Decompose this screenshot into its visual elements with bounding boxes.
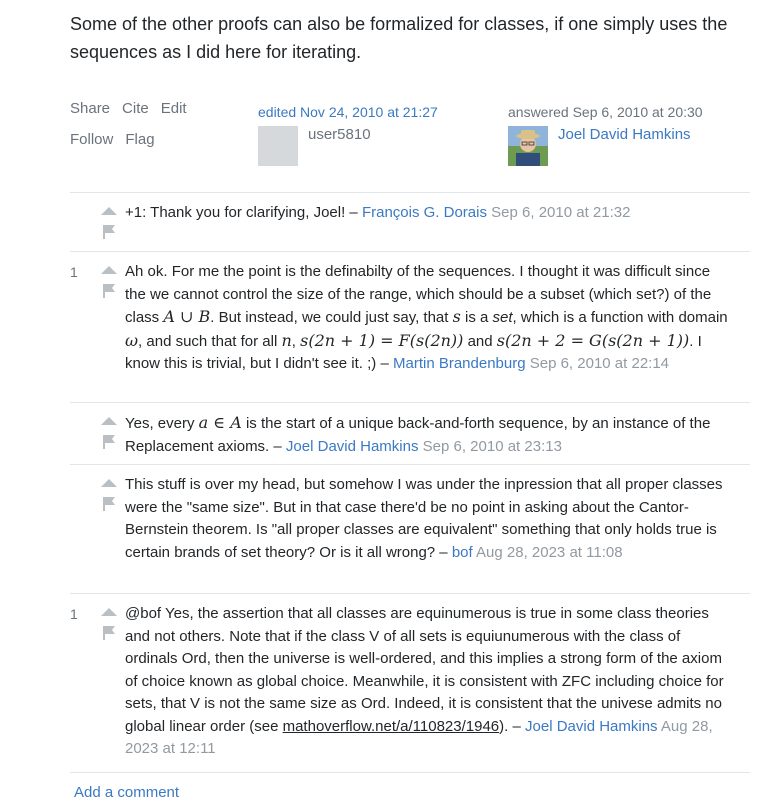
math-expression: s(2n + 1) = F(s(2n)): [300, 330, 464, 350]
answered-timestamp: answered Sep 6, 2010 at 20:30: [508, 104, 703, 120]
comment-user-link[interactable]: Martin Brandenburg: [393, 355, 526, 372]
comment-text: This stuff is over my head, but somehow …: [125, 476, 723, 561]
math-expression: n: [281, 330, 292, 350]
upvote-arrow-icon[interactable]: [100, 607, 118, 617]
comment-body: Ah ok. For me the point is the definabil…: [125, 261, 750, 394]
comment-user-link[interactable]: bof: [452, 544, 473, 561]
comment-score: 1: [70, 606, 78, 622]
upvote-arrow-icon[interactable]: [100, 416, 118, 426]
answer-body-text: Some of the other proofs can also be for…: [70, 14, 728, 62]
comment-score: [70, 412, 92, 456]
comment-item: +1: Thank you for clarifying, Joel! – Fr…: [70, 192, 750, 251]
comment-body: @bof Yes, the assertion that all classes…: [125, 603, 750, 757]
flag-icon[interactable]: [102, 496, 116, 512]
comment-text: ). –: [499, 717, 521, 735]
mathoverflow-link[interactable]: mathoverflow.net/a/110823/1946: [283, 718, 500, 735]
edited-timestamp-link[interactable]: edited Nov 24, 2010 at 21:27: [258, 104, 488, 120]
add-comment-link[interactable]: Add a comment: [74, 784, 179, 801]
follow-link[interactable]: Follow: [70, 131, 113, 162]
math-expression: s(2n + 2 = G(s(2n + 1)): [496, 330, 690, 350]
comment-text: . But instead, we could just say, that: [210, 309, 449, 326]
math-expression: ω: [125, 330, 139, 350]
comment-body: +1: Thank you for clarifying, Joel! – Fr…: [125, 202, 750, 243]
flag-link[interactable]: Flag: [125, 131, 154, 162]
comment-emphasis: set: [492, 309, 513, 326]
comment-item: 1 Ah ok. For me the point is the definab…: [70, 251, 750, 402]
comment-date[interactable]: Aug 28, 2023 at 11:08: [476, 544, 623, 561]
flag-icon[interactable]: [102, 224, 116, 240]
flag-icon[interactable]: [102, 283, 116, 299]
share-link[interactable]: Share: [70, 100, 110, 131]
comment-text: , and such that for all: [138, 332, 278, 350]
comment-text: Yes, every: [125, 415, 195, 432]
comment-text: , which is a function with domain: [512, 309, 728, 326]
cite-link[interactable]: Cite: [122, 100, 149, 131]
comment-score: 1: [70, 264, 78, 280]
comment-text: +1: Thank you for clarifying, Joel! –: [125, 204, 358, 221]
comment-score: [70, 202, 92, 243]
answerer-name-link[interactable]: Joel David Hamkins: [558, 126, 691, 143]
comment-item: This stuff is over my head, but somehow …: [70, 464, 750, 593]
comment-text: @bof Yes, the assertion that all classes…: [125, 605, 724, 735]
post-menu: Share Cite Edit Follow Flag: [70, 100, 187, 162]
comment-text: ,: [291, 332, 296, 350]
comment-body: This stuff is over my head, but somehow …: [125, 474, 750, 585]
math-expression: a ∈ A: [198, 413, 242, 432]
upvote-arrow-icon[interactable]: [100, 478, 118, 488]
comment-body: Yes, every a ∈ A is the start of a uniqu…: [125, 412, 750, 456]
upvote-arrow-icon[interactable]: [100, 265, 118, 275]
comment-score: [70, 474, 92, 585]
comments-list: +1: Thank you for clarifying, Joel! – Fr…: [70, 192, 750, 765]
comment-date[interactable]: Sep 6, 2010 at 23:13: [423, 438, 562, 455]
comment-user-link[interactable]: Joel David Hamkins: [286, 438, 419, 455]
edited-signature: edited Nov 24, 2010 at 21:27 user5810: [258, 104, 488, 166]
comment-date[interactable]: Sep 6, 2010 at 22:14: [530, 355, 669, 372]
comment-text: and: [467, 332, 493, 350]
math-expression: A ∪ B: [163, 307, 211, 326]
flag-icon[interactable]: [102, 625, 116, 641]
comment-item: 1 @bof Yes, the assertion that all class…: [70, 593, 750, 765]
edit-link[interactable]: Edit: [161, 100, 187, 131]
math-expression: s: [452, 307, 461, 326]
comment-item: Yes, every a ∈ A is the start of a uniqu…: [70, 402, 750, 464]
divider: [70, 772, 750, 773]
comment-user-link[interactable]: François G. Dorais: [362, 204, 487, 221]
editor-name: user5810: [308, 126, 371, 143]
avatar[interactable]: [508, 126, 548, 166]
upvote-arrow-icon[interactable]: [100, 206, 118, 216]
comment-date[interactable]: Sep 6, 2010 at 21:32: [491, 204, 630, 221]
flag-icon[interactable]: [102, 434, 116, 450]
avatar[interactable]: [258, 126, 298, 166]
answered-signature: answered Sep 6, 2010 at 20:30 Joel David…: [508, 104, 758, 166]
comment-text: is a: [465, 309, 489, 326]
comment-user-link[interactable]: Joel David Hamkins: [525, 718, 658, 735]
user-photo-icon: [508, 126, 548, 166]
